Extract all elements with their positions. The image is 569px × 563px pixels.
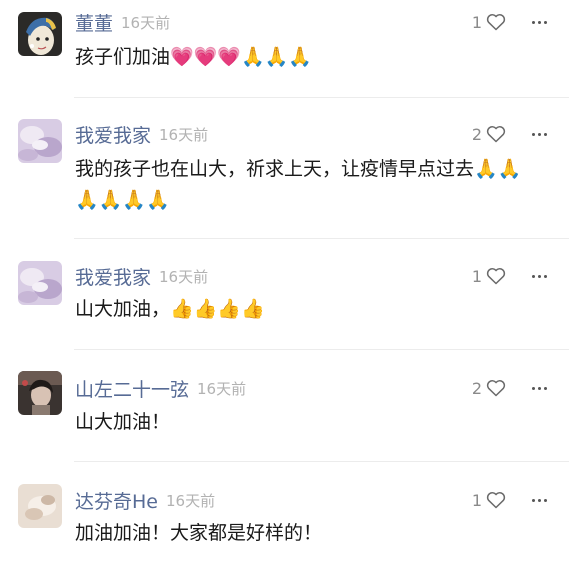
- avatar[interactable]: [18, 12, 62, 56]
- like-count: 1: [471, 490, 482, 510]
- avatar[interactable]: [18, 119, 62, 163]
- divider: [74, 97, 569, 98]
- username[interactable]: 山左二十一弦: [75, 375, 189, 402]
- comment-text: 我的孩子也在山大，祈求上天，让疫情早点过去🙏🙏🙏🙏🙏🙏: [75, 158, 522, 211]
- more-options-icon[interactable]: [532, 132, 547, 136]
- heart-icon[interactable]: [486, 491, 506, 509]
- timestamp: 16天前: [159, 267, 209, 286]
- lavender-photo-avatar-icon: [18, 261, 62, 305]
- more-options-icon[interactable]: [532, 386, 547, 390]
- timestamp: 16天前: [121, 13, 171, 32]
- comment-text: 山大加油！: [75, 411, 171, 433]
- heart-icon[interactable]: [486, 379, 506, 397]
- avatar[interactable]: [18, 261, 62, 305]
- heart-icon[interactable]: [486, 267, 506, 285]
- username[interactable]: 我爱我家: [75, 263, 151, 290]
- divider: [74, 461, 569, 462]
- timestamp: 16天前: [159, 125, 209, 144]
- beige-photo-avatar-icon: [18, 484, 62, 528]
- pearl-earring-girl-avatar-icon: [18, 12, 62, 56]
- like-count: 2: [471, 378, 482, 398]
- like-count: 1: [471, 12, 482, 32]
- username[interactable]: 达芬奇He: [75, 487, 158, 514]
- username[interactable]: 我爱我家: [75, 121, 151, 148]
- comment-text: 孩子们加油💗💗💗🙏🙏🙏: [75, 46, 312, 68]
- timestamp: 16天前: [197, 379, 247, 398]
- divider: [74, 349, 569, 350]
- heart-icon[interactable]: [486, 125, 506, 143]
- divider: [74, 238, 569, 239]
- more-options-icon[interactable]: [532, 498, 547, 502]
- comment-text: 加油加油！大家都是好样的！: [75, 522, 323, 544]
- comment-text: 山大加油，👍👍👍👍: [75, 298, 265, 320]
- username[interactable]: 董董: [75, 9, 113, 36]
- lavender-photo-avatar-icon: [18, 119, 62, 163]
- avatar[interactable]: [18, 371, 62, 415]
- timestamp: 16天前: [165, 491, 216, 510]
- avatar[interactable]: [18, 484, 62, 528]
- like-count: 2: [471, 124, 482, 144]
- like-count: 1: [471, 266, 482, 286]
- more-options-icon[interactable]: [532, 274, 547, 278]
- heart-icon[interactable]: [486, 13, 506, 31]
- portrait-photo-avatar-icon: [18, 371, 62, 415]
- more-options-icon[interactable]: [532, 20, 547, 24]
